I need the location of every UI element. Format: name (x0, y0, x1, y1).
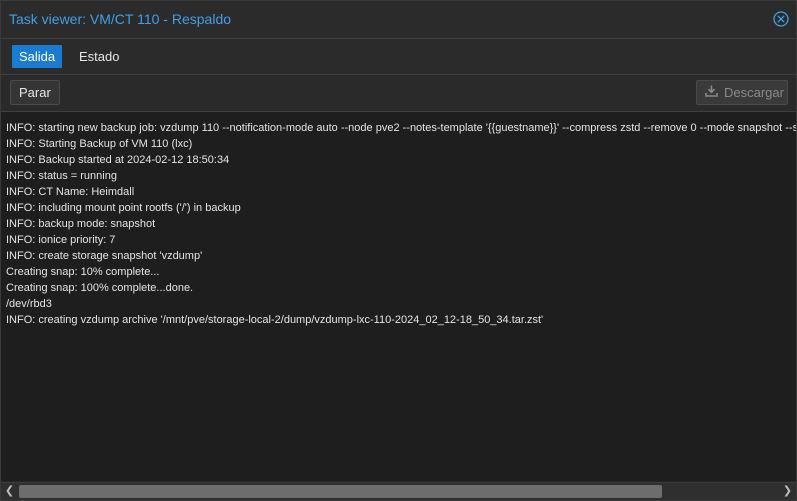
log-line: INFO: creating vzdump archive '/mnt/pve/… (6, 314, 544, 326)
window-title: Task viewer: VM/CT 110 - Respaldo (9, 11, 232, 27)
log-line: Creating snap: 10% complete... (6, 266, 160, 278)
log-line: INFO: Backup started at 2024-02-12 18:50… (6, 154, 230, 166)
log-line: Creating snap: 100% complete...done. (6, 282, 194, 294)
log-line: /dev/rbd3 (6, 298, 52, 310)
tab-salida[interactable]: Salida (12, 45, 63, 68)
log-line: INFO: starting new backup job: vzdump 11… (6, 122, 796, 134)
log-line: INFO: including mount point rootfs ('/')… (6, 202, 241, 214)
chevron-left-icon[interactable]: ❮ (1, 483, 18, 500)
download-icon (705, 81, 718, 104)
task-viewer-window: Task viewer: VM/CT 110 - Respaldo Salida… (0, 0, 797, 501)
log-line: INFO: CT Name: Heimdall (6, 186, 135, 198)
title-bar: Task viewer: VM/CT 110 - Respaldo (1, 1, 796, 39)
chevron-right-icon[interactable]: ❯ (779, 483, 796, 500)
log-line: INFO: Starting Backup of VM 110 (lxc) (6, 138, 193, 150)
stop-button[interactable]: Parar (10, 80, 60, 105)
scrollbar-thumb[interactable] (19, 485, 662, 498)
log-line: INFO: backup mode: snapshot (6, 218, 156, 230)
download-button[interactable]: Descargar (696, 80, 788, 105)
toolbar: Parar Descargar (1, 75, 796, 112)
tab-bar: Salida Estado (1, 39, 796, 75)
download-label: Descargar (724, 85, 784, 100)
log-line: INFO: ionice priority: 7 (6, 234, 116, 246)
close-icon[interactable] (773, 11, 789, 27)
log-output: INFO: starting new backup job: vzdump 11… (1, 112, 796, 481)
tab-estado[interactable]: Estado (72, 45, 126, 68)
horizontal-scrollbar[interactable]: ❮ ❯ (1, 482, 796, 500)
log-line: INFO: status = running (6, 170, 117, 182)
log-line: INFO: create storage snapshot 'vzdump' (6, 250, 203, 262)
